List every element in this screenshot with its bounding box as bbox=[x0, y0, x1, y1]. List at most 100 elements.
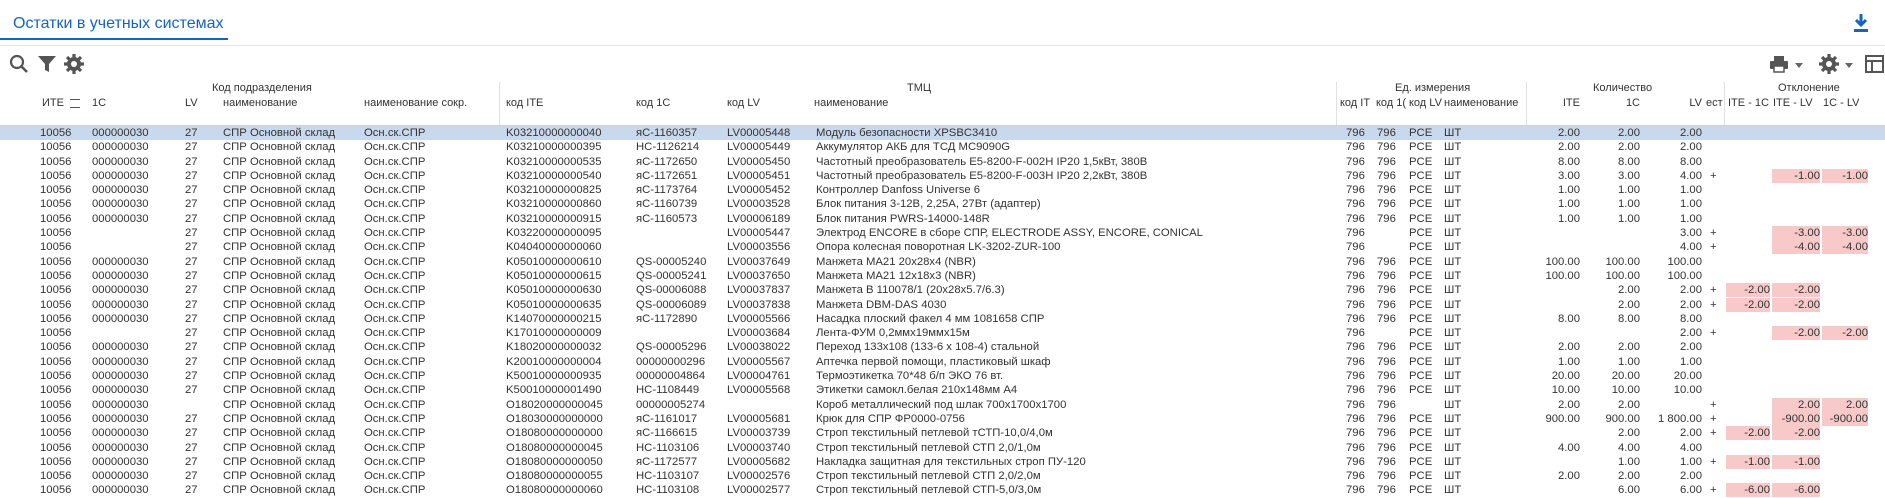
cell-1c: 000000030 bbox=[92, 198, 149, 211]
table-row[interactable]: 10056 27 СПР Основной склад Осн.ск.СПР K0404… bbox=[0, 240, 1885, 255]
cell-code-lv: LV00037650 bbox=[727, 269, 791, 282]
table-row[interactable]: 10056 000000030 27 СПР Основной склад Осн.ск… bbox=[0, 126, 1885, 141]
cell-qty-ite: 4.00 bbox=[1558, 441, 1580, 454]
cell-name: СПР Основной склад bbox=[223, 470, 336, 483]
table-row[interactable]: 10056 27 СПР Основной склад Осн.ск.СПР K1701… bbox=[0, 326, 1885, 341]
cell-code-lv: LV00005447 bbox=[727, 227, 791, 240]
cell-unit-lv: PCE bbox=[1409, 198, 1433, 211]
cell-qty-lv: 20.00 bbox=[1673, 370, 1702, 383]
col-code-ite[interactable]: код ITE bbox=[506, 97, 543, 109]
header-column-row: ИТЕ 1С LV наименование наименование сокр… bbox=[0, 97, 1885, 113]
table-row[interactable]: 10056 000000030 27 СПР Основной склад Осн.ск… bbox=[0, 411, 1885, 426]
table-row[interactable]: 10056 000000030 27 СПР Основной склад Осн.ск… bbox=[0, 183, 1885, 197]
table-row[interactable]: 10056 000000030 27 СПР Основной склад Осн.ск… bbox=[0, 340, 1885, 354]
gear-icon[interactable] bbox=[63, 53, 85, 75]
cell-short-name: Осн.ск.СПР bbox=[364, 370, 426, 383]
col-short-name[interactable]: наименование сокр. bbox=[364, 97, 467, 109]
cell-qty-lv: 2.00 bbox=[1680, 284, 1702, 297]
cell-lv: 27 bbox=[185, 455, 198, 468]
cell-name: СПР Основной склад bbox=[223, 384, 336, 397]
cell-dev-ite-lv: -1.00 bbox=[1772, 454, 1820, 469]
cell-code-lv: LV00006189 bbox=[727, 212, 791, 225]
cell-lv: 27 bbox=[185, 427, 198, 440]
col-name[interactable]: наименование bbox=[223, 97, 297, 109]
col-lv[interactable]: LV bbox=[185, 97, 198, 109]
table-row[interactable]: 10056 000000030 27 СПР Основной склад Осн.ск… bbox=[0, 283, 1885, 298]
col-dev-1c-lv[interactable]: 1С - LV bbox=[1823, 97, 1859, 109]
table-row[interactable]: 10056 000000030 27 СПР Основной склад Осн.ск… bbox=[0, 140, 1885, 154]
cell-name: СПР Основной склад bbox=[223, 241, 336, 254]
table-row[interactable]: 10056 000000030 СПР Основной склад Осн.ск.С… bbox=[0, 397, 1885, 412]
cell-dev-ite-1c: -1.00 bbox=[1726, 454, 1770, 469]
cell-qty-ite: 20.00 bbox=[1551, 370, 1580, 383]
table-row[interactable]: 10056 000000030 27 СПР Основной склад Осн.ск… bbox=[0, 383, 1885, 397]
filter-icon[interactable] bbox=[36, 53, 58, 75]
cell-1c: 000000030 bbox=[92, 269, 149, 282]
col-1c[interactable]: 1С bbox=[92, 97, 106, 109]
table-row[interactable]: 10056 000000030 27 СПР Основной склад Осн.ск… bbox=[0, 312, 1885, 326]
table-icon[interactable] bbox=[1864, 53, 1885, 75]
cell-short-name: Осн.ск.СПР bbox=[364, 412, 426, 425]
col-est[interactable]: ест bbox=[1706, 97, 1726, 109]
cell-lv: 27 bbox=[185, 298, 198, 311]
col-qty-1c[interactable]: 1С bbox=[1592, 97, 1640, 109]
col-unit-lv[interactable]: код LV bbox=[1409, 97, 1443, 109]
filter-row[interactable] bbox=[0, 113, 1885, 126]
cell-name: СПР Основной склад bbox=[223, 284, 336, 297]
cell-code-1c: яС-1173764 bbox=[636, 184, 698, 197]
table-row[interactable]: 10056 000000030 27 СПР Основной склад Осн.ск… bbox=[0, 197, 1885, 211]
col-code-1c[interactable]: код 1С bbox=[636, 97, 670, 109]
cell-code-lv: LV00003684 bbox=[727, 327, 791, 340]
cell-ite: 10056 bbox=[40, 384, 72, 397]
cell-unit-ite: 796 bbox=[1346, 455, 1365, 468]
sort-icon[interactable] bbox=[69, 98, 80, 108]
cell-code-lv: LV00005451 bbox=[727, 169, 791, 182]
cell-unit-1c: 796 bbox=[1377, 141, 1396, 154]
cell-code-1c: НС-1103108 bbox=[636, 484, 700, 497]
col-dev-ite-lv[interactable]: ITE - LV bbox=[1773, 97, 1813, 109]
settings-dropdown-icon[interactable] bbox=[1845, 63, 1853, 68]
print-dropdown-icon[interactable] bbox=[1795, 63, 1803, 68]
col-unit-name[interactable]: наименование bbox=[1444, 97, 1518, 109]
col-qty-ite[interactable]: ITE bbox=[1532, 97, 1580, 109]
cell-unit-ite: 796 bbox=[1346, 198, 1365, 211]
search-icon[interactable] bbox=[8, 53, 30, 75]
table-row[interactable]: 10056 000000030 27 СПР Основной склад Осн.ск… bbox=[0, 426, 1885, 441]
table-row[interactable]: 10056 000000030 27 СПР Основной склад Осн.ск… bbox=[0, 454, 1885, 469]
table-row[interactable]: 10056 000000030 27 СПР Основной склад Осн.ск… bbox=[0, 441, 1885, 455]
table-row[interactable]: 10056 000000030 27 СПР Основной склад Осн.ск… bbox=[0, 369, 1885, 383]
gear-icon[interactable] bbox=[1818, 53, 1840, 75]
col-unit-ite[interactable]: код IT bbox=[1340, 97, 1373, 109]
cell-unit-name: ШТ bbox=[1444, 155, 1462, 168]
table-row[interactable]: 10056 000000030 27 СПР Основной склад Осн.ск… bbox=[0, 255, 1885, 269]
cell-lv: 27 bbox=[185, 141, 198, 154]
cell-name: СПР Основной склад bbox=[223, 298, 336, 311]
col-dev-ite-1c[interactable]: ITE - 1С bbox=[1728, 97, 1769, 109]
col-code-lv[interactable]: код LV bbox=[727, 97, 760, 109]
table-row[interactable]: 10056 000000030 27 СПР Основной склад Осн.ск… bbox=[0, 168, 1885, 183]
cell-code-ite: K03210000000040 bbox=[506, 127, 602, 139]
table-row[interactable]: 10056 000000030 27 СПР Основной склад Осн.ск… bbox=[0, 297, 1885, 312]
download-icon[interactable] bbox=[1851, 12, 1871, 34]
table-row[interactable]: 10056 000000030 27 СПР Основной склад Осн.ск… bbox=[0, 355, 1885, 369]
cell-code-lv: LV00005681 bbox=[727, 412, 791, 425]
cell-qty-ite: 2.00 bbox=[1558, 398, 1580, 411]
cell-unit-name: ШТ bbox=[1444, 412, 1462, 425]
col-ite[interactable]: ИТЕ bbox=[42, 97, 80, 109]
col-unit-1c[interactable]: код 1( bbox=[1376, 97, 1406, 109]
table-row[interactable]: 10056 27 СПР Основной склад Осн.ск.СПР K0322… bbox=[0, 226, 1885, 241]
cell-qty-1c: 2.00 bbox=[1618, 141, 1640, 154]
print-icon[interactable] bbox=[1768, 53, 1790, 75]
table-row[interactable]: 10056 000000030 27 СПР Основной склад Осн.ск… bbox=[0, 212, 1885, 226]
col-tmc-name[interactable]: наименование bbox=[814, 97, 888, 109]
cell-qty-lv: 2.00 bbox=[1680, 470, 1702, 483]
cell-name: СПР Основной склад bbox=[223, 155, 336, 168]
cell-code-1c: яС-1161017 bbox=[636, 412, 698, 425]
cell-qty-ite: 1.00 bbox=[1558, 184, 1580, 197]
table-row[interactable]: 10056 000000030 27 СПР Основной склад Осн.ск… bbox=[0, 269, 1885, 283]
col-qty-lv[interactable]: LV bbox=[1650, 97, 1702, 109]
table-row[interactable]: 10056 000000030 27 СПР Основной склад Осн.ск… bbox=[0, 469, 1885, 483]
cell-tmc-name: Крюк для СПР ФР0000-0756 bbox=[816, 412, 965, 425]
table-row[interactable]: 10056 000000030 27 СПР Основной склад Осн.ск… bbox=[0, 155, 1885, 169]
cell-short-name: Осн.ск.СПР bbox=[364, 441, 426, 454]
